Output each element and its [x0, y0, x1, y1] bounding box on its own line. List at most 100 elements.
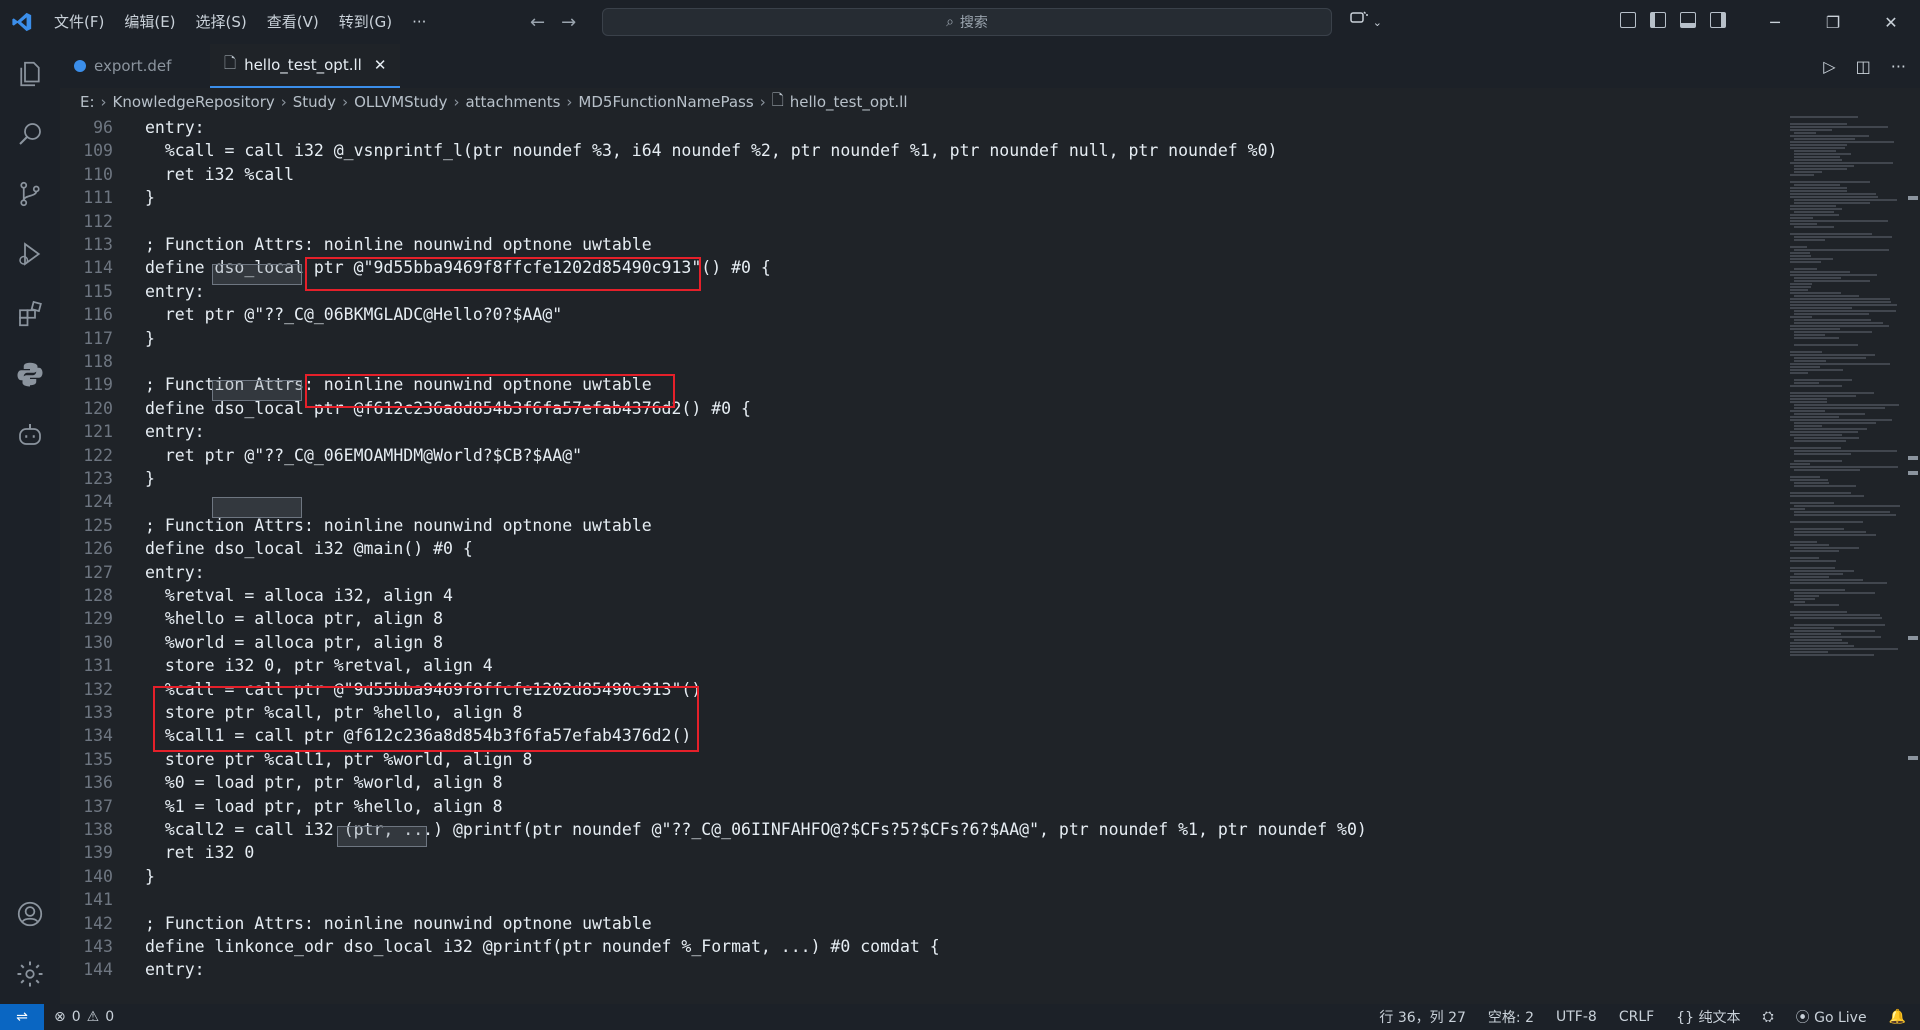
breadcrumb-item[interactable]: KnowledgeRepository	[113, 93, 275, 111]
minimap-line	[1790, 271, 1850, 273]
code-line[interactable]: 126 define dso_local i32 @main() #0 {	[60, 537, 1780, 561]
back-arrow-icon[interactable]: ←	[530, 12, 545, 33]
command-center-search[interactable]: ⌕ 搜索	[602, 8, 1332, 36]
code-line[interactable]: 131 store i32 0, ptr %retval, align 4	[60, 654, 1780, 678]
code-line[interactable]: 136 %0 = load ptr, ptr %world, align 8	[60, 771, 1780, 795]
settings-gear-icon[interactable]	[0, 944, 60, 1004]
account-icon[interactable]	[0, 884, 60, 944]
breadcrumb-item[interactable]: MD5FunctionNamePass	[578, 93, 753, 111]
run-debug-icon[interactable]	[0, 224, 60, 284]
code-editor[interactable]: 96 entry: 109 %call = call i32 @_vsnprintf…	[60, 116, 1780, 1002]
code-line[interactable]: 137 %1 = load ptr, ptr %hello, align 8	[60, 795, 1780, 819]
code-line[interactable]: 111}	[60, 186, 1780, 210]
explorer-icon[interactable]	[0, 44, 60, 104]
more-actions-icon[interactable]: ···	[1891, 57, 1906, 76]
close-tab-icon[interactable]: ✕	[374, 56, 387, 74]
search-icon[interactable]	[0, 104, 60, 164]
forward-arrow-icon[interactable]: →	[561, 12, 576, 33]
source-control-icon[interactable]	[0, 164, 60, 224]
code-line[interactable]: 139 ret i32 0	[60, 841, 1780, 865]
minimap-line	[1794, 322, 1883, 324]
menu-view[interactable]: 查看(V)	[257, 0, 329, 44]
breadcrumb-item[interactable]: E:	[80, 93, 95, 111]
code-line[interactable]: 143 define linkonce_odr dso_local i32 @pr…	[60, 935, 1780, 959]
problems-indicator[interactable]: ⊗ 0 ⚠ 0	[54, 1009, 114, 1025]
remote-indicator-icon[interactable]: ⇌	[0, 1004, 44, 1030]
close-window-button[interactable]: ✕	[1862, 0, 1920, 44]
extensions-icon[interactable]	[0, 284, 60, 344]
breadcrumb-item[interactable]: OLLVMStudy	[354, 93, 447, 111]
minimap-line	[1790, 648, 1898, 650]
tab-export-def[interactable]: export.def	[60, 44, 210, 88]
code-line[interactable]: 124	[60, 490, 1780, 514]
minimap-line	[1794, 428, 1867, 430]
run-icon[interactable]: ▷	[1823, 57, 1835, 76]
vertical-scrollbar[interactable]	[1906, 116, 1920, 1002]
breadcrumb-item[interactable]: Study	[293, 93, 336, 111]
breadcrumb-item[interactable]: hello_test_opt.ll	[790, 93, 908, 111]
annotation-box-hello-fn	[305, 257, 701, 291]
code-line[interactable]: 128 %retval = alloca i32, align 4	[60, 584, 1780, 608]
restore-button[interactable]: ❐	[1804, 0, 1862, 44]
copilot-agent-icon[interactable]	[0, 404, 60, 464]
menu-edit[interactable]: 编辑(E)	[114, 0, 185, 44]
notifications-bell-icon[interactable]: 🔔	[1889, 1009, 1906, 1025]
code-line[interactable]: 140}	[60, 865, 1780, 889]
python-icon[interactable]	[0, 344, 60, 404]
language-mode[interactable]: {} 纯文本	[1676, 1007, 1740, 1027]
customize-layout-icon[interactable]	[1620, 12, 1636, 28]
line-number: 142	[83, 913, 113, 933]
split-editor-icon[interactable]: ◫	[1856, 57, 1871, 76]
menu-file[interactable]: 文件(F)	[44, 0, 114, 44]
minimap-line	[1794, 159, 1842, 161]
code-line[interactable]: 109 %call = call i32 @_vsnprintf_l(ptr n…	[60, 139, 1780, 163]
minimap-line	[1790, 307, 1852, 309]
code-line[interactable]: 112	[60, 210, 1780, 234]
code-line[interactable]: 118	[60, 350, 1780, 374]
copilot-status-icon[interactable]: ⛭	[1762, 1009, 1773, 1025]
go-live-button[interactable]: ⦿ Go Live	[1796, 1007, 1867, 1027]
vscode-logo-icon	[0, 0, 44, 44]
minimap-line	[1794, 202, 1870, 204]
line-ending[interactable]: CRLF	[1619, 1009, 1654, 1025]
line-number: 126	[83, 539, 113, 559]
cursor-position[interactable]: 行 36，列 27	[1379, 1007, 1466, 1027]
code-text: %call2 = call i32 (ptr, ...) @printf(ptr…	[145, 820, 1367, 839]
annotation-box-main-calls	[153, 686, 699, 752]
code-line[interactable]: 117}	[60, 327, 1780, 351]
menu-selection[interactable]: 选择(S)	[186, 0, 257, 44]
minimap-line	[1790, 611, 1847, 613]
copilot-chat-button[interactable]: ⌄	[1350, 10, 1382, 30]
code-line[interactable]: 110 ret i32 %call	[60, 163, 1780, 187]
code-line[interactable]: 142 ; Function Attrs: noinline nounwind o…	[60, 912, 1780, 936]
code-line[interactable]: 121 entry:	[60, 420, 1780, 444]
code-line[interactable]: 123}	[60, 467, 1780, 491]
minimap[interactable]	[1788, 116, 1904, 666]
code-line[interactable]: 116 ret ptr @"??_C@_06BKMGLADC@Hello?0?$…	[60, 303, 1780, 327]
code-line[interactable]: 144 entry:	[60, 958, 1780, 982]
minimize-button[interactable]: ─	[1746, 0, 1804, 44]
toggle-secondary-sidebar-icon[interactable]	[1710, 12, 1726, 28]
minimap-line	[1790, 328, 1840, 330]
toggle-primary-sidebar-icon[interactable]	[1650, 12, 1666, 28]
minimap-line	[1794, 413, 1865, 415]
code-line[interactable]: 141	[60, 888, 1780, 912]
tab-hello-test-opt-ll[interactable]: 🗋 hello_test_opt.ll ✕	[210, 44, 400, 88]
code-line[interactable]: 125; Function Attrs: noinline nounwind o…	[60, 514, 1780, 538]
minimap-line	[1790, 544, 1829, 546]
encoding[interactable]: UTF-8	[1556, 1009, 1597, 1025]
code-line[interactable]: 113 ; Function Attrs: noinline nounwind o…	[60, 233, 1780, 257]
toggle-panel-icon[interactable]	[1680, 12, 1696, 28]
code-line[interactable]: 138 %call2 = call i32 (ptr, ...) @printf…	[60, 818, 1780, 842]
code-line[interactable]: 130 %world = alloca ptr, align 8	[60, 631, 1780, 655]
minimap-line	[1790, 252, 1810, 254]
breadcrumb-item[interactable]: attachments	[465, 93, 560, 111]
code-line[interactable]: 129 %hello = alloca ptr, align 8	[60, 607, 1780, 631]
menu-go[interactable]: 转到(G)	[329, 0, 402, 44]
code-line[interactable]: 122 ret ptr @"??_C@_06EMOAMHDM@World?$CB…	[60, 444, 1780, 468]
code-line[interactable]: 127 entry:	[60, 561, 1780, 585]
error-count: 0	[71, 1009, 81, 1025]
indentation[interactable]: 空格: 2	[1488, 1007, 1534, 1027]
menu-more[interactable]: ···	[402, 0, 436, 44]
code-line[interactable]: 96 entry:	[60, 116, 1780, 140]
